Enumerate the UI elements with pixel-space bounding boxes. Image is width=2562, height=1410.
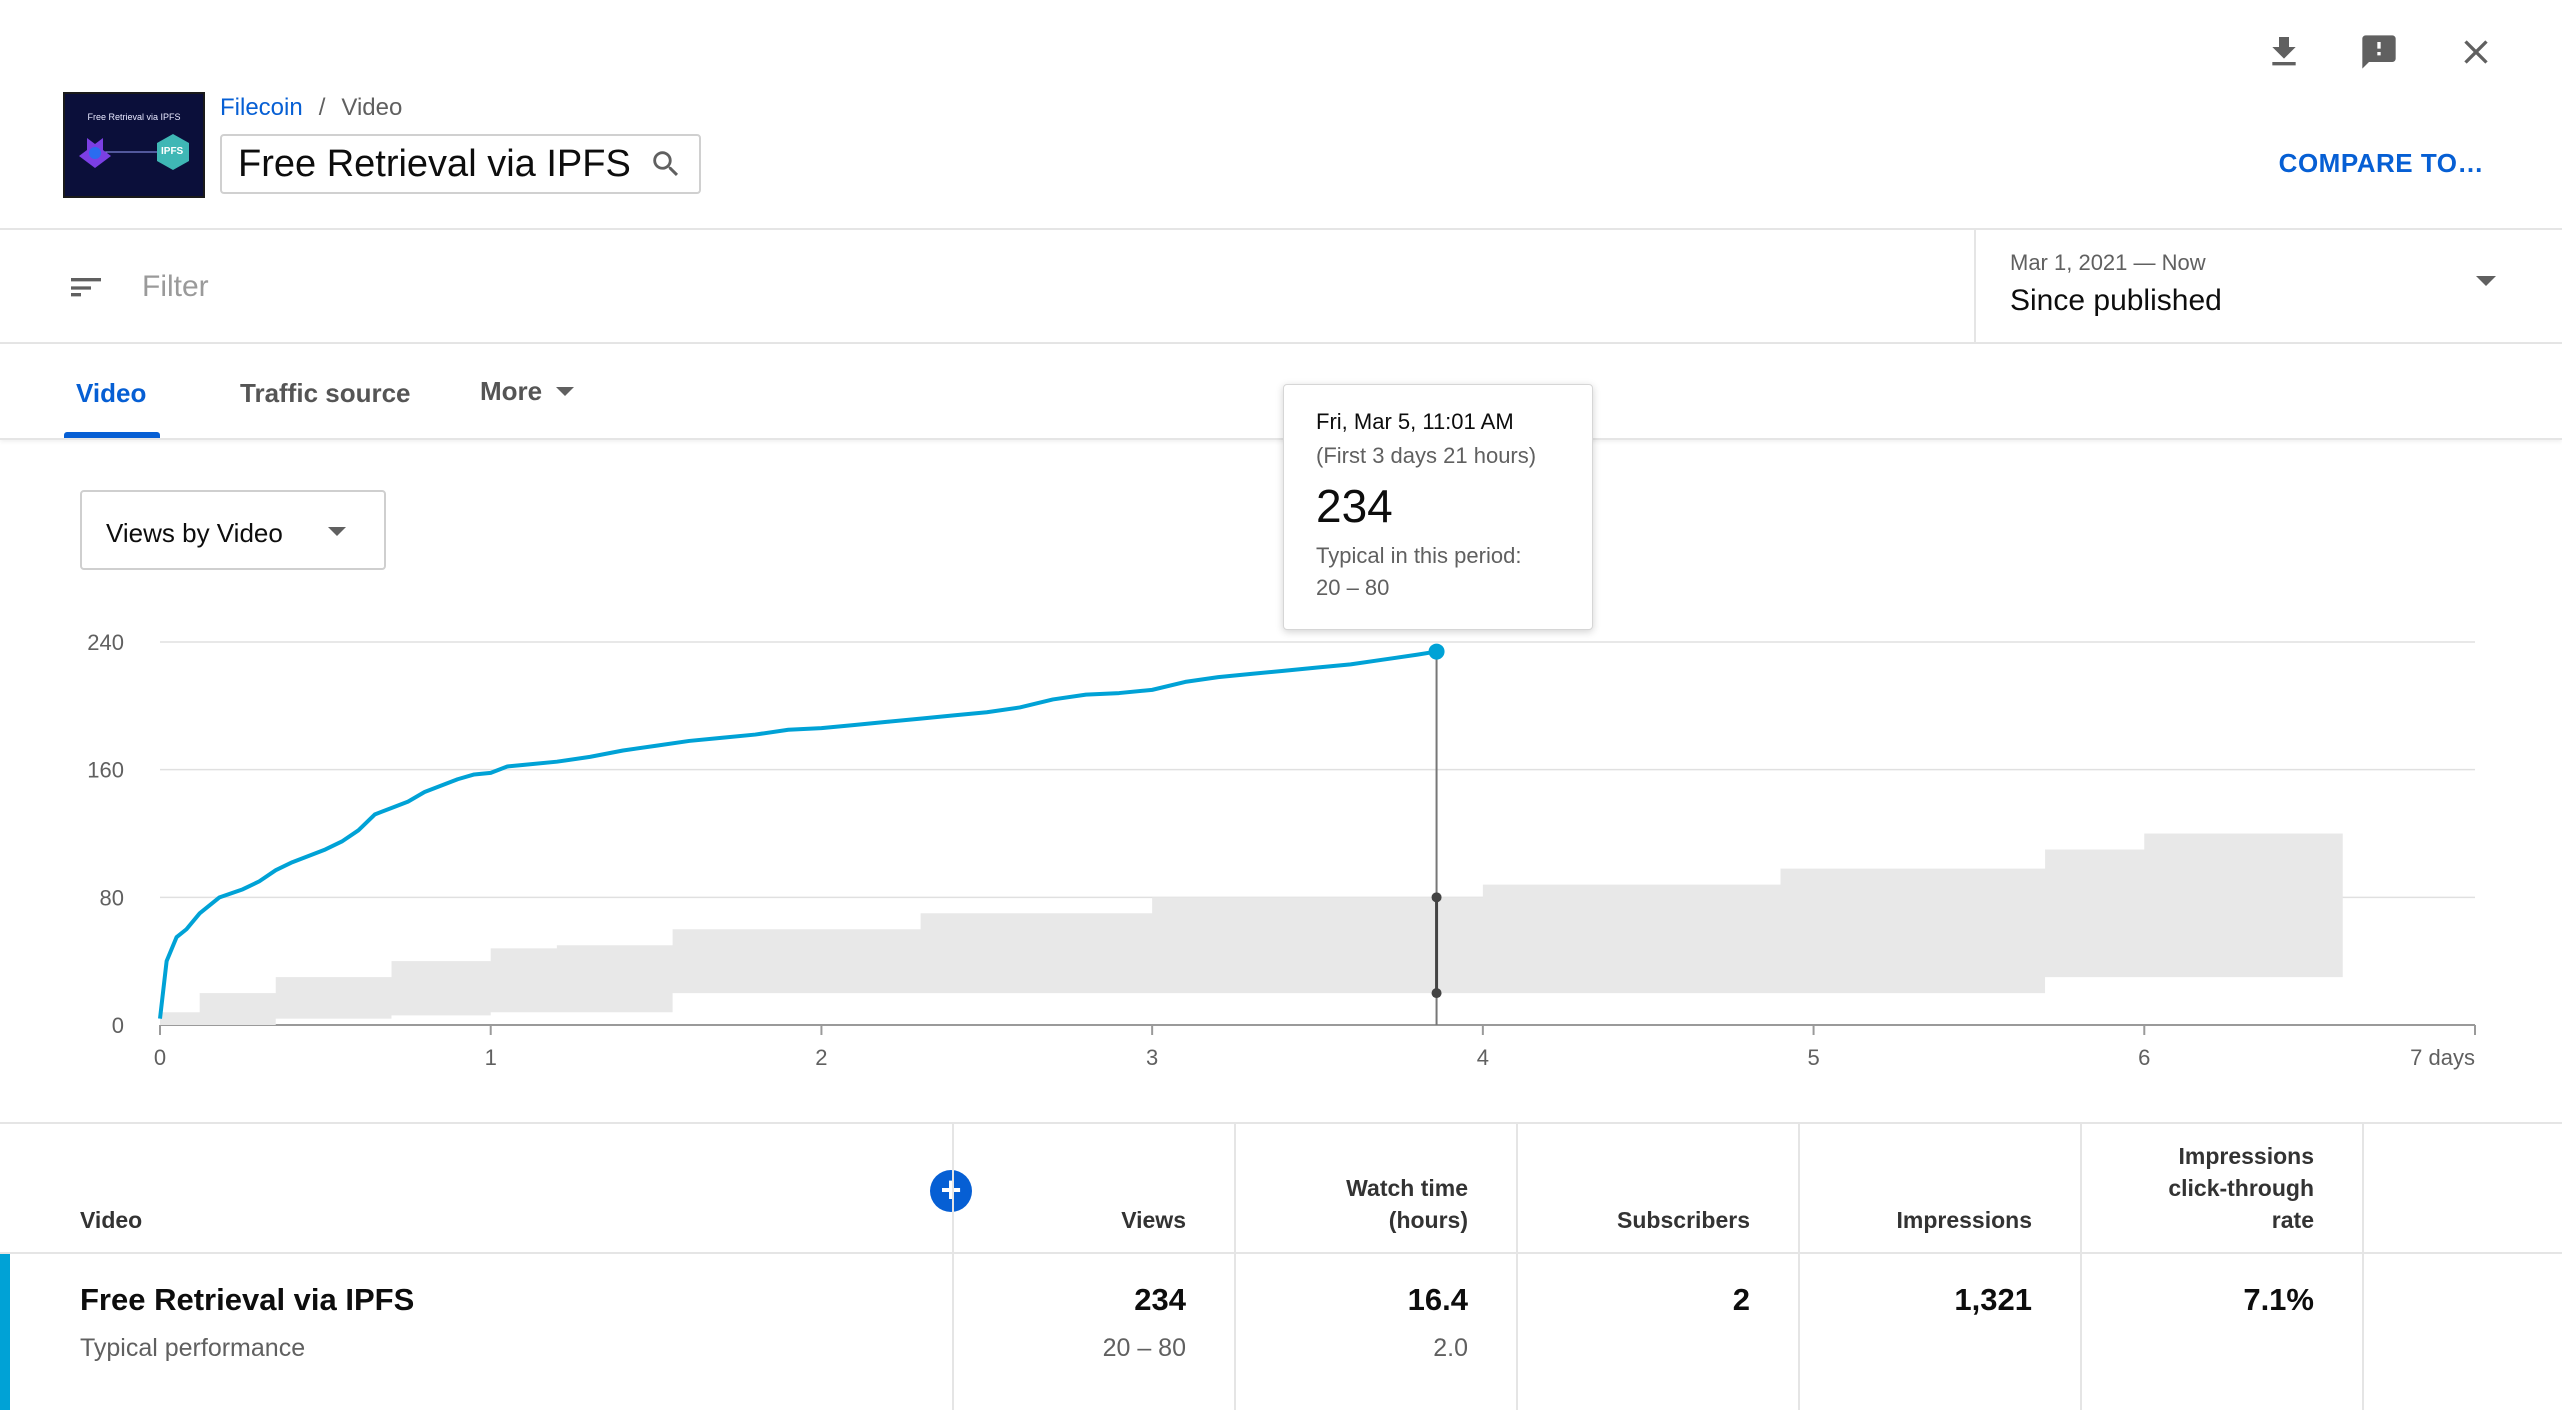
filter-bar: Mar 1, 2021 — Now Since published xyxy=(0,230,2562,344)
y-tick-label: 160 xyxy=(87,758,124,783)
tab-traffic-source[interactable]: Traffic source xyxy=(240,378,411,409)
close-icon[interactable] xyxy=(2452,28,2500,76)
cell-subscribers: 2 xyxy=(1732,1282,1750,1317)
tooltip-typical-range: 20 – 80 xyxy=(1316,575,1390,600)
breadcrumb-separator: / xyxy=(318,94,326,121)
x-tick-label: 6 xyxy=(2138,1045,2150,1070)
filter-icon[interactable] xyxy=(66,268,106,308)
hover-point xyxy=(1428,643,1445,660)
breadcrumb: Filecoin / Video xyxy=(220,94,402,122)
tooltip-period: (First 3 days 21 hours) xyxy=(1316,443,1537,468)
metric-dropdown-label: Views by Video xyxy=(106,518,283,548)
column-header-impressions[interactable]: Impressions xyxy=(1800,1124,2080,1252)
x-tick-label: 0 xyxy=(154,1045,166,1070)
video-thumbnail: Free Retrieval via IPFS IPFS xyxy=(63,92,205,198)
tooltip-typical-label: Typical in this period: xyxy=(1316,543,1522,568)
feedback-icon[interactable] xyxy=(2355,28,2403,76)
x-tick-label: 7 days xyxy=(2410,1045,2475,1070)
tab-video[interactable]: Video xyxy=(76,378,146,409)
metrics-table: Video + Views Watch time (hours) Subscri… xyxy=(0,1122,2562,1410)
x-tick-label: 2 xyxy=(815,1045,827,1070)
row-series-color xyxy=(0,1254,10,1410)
column-header-watch-time[interactable]: Watch time (hours) xyxy=(1236,1124,1516,1252)
chevron-down-icon xyxy=(328,527,346,536)
column-divider xyxy=(2362,1124,2364,1410)
thumbnail-badge: IPFS xyxy=(161,146,184,157)
search-icon xyxy=(653,151,678,177)
tab-bar: Video Traffic source More xyxy=(0,344,2562,440)
x-tick-label: 3 xyxy=(1146,1045,1158,1070)
x-tick-label: 4 xyxy=(1477,1045,1489,1070)
chart-tooltip: Fri, Mar 5, 11:01 AM (First 3 days 21 ho… xyxy=(1283,384,1593,630)
tab-more-label: More xyxy=(480,376,543,406)
y-tick-label: 240 xyxy=(87,630,124,655)
tab-more[interactable]: More xyxy=(480,376,575,407)
column-header-ctr[interactable]: Impressions click-through rate xyxy=(2082,1124,2362,1252)
chevron-down-icon xyxy=(2476,276,2496,286)
typical-range-band xyxy=(160,833,2343,1025)
chart-canvas: 0 80 160 240 0 1 2 3 4 5 6 7 days xyxy=(87,630,2476,1070)
chevron-down-icon xyxy=(556,387,575,396)
date-range-picker[interactable]: Mar 1, 2021 — Now Since published xyxy=(1974,230,2562,342)
cell-ctr: 7.1% xyxy=(2243,1282,2314,1317)
cell-watch-time-typical: 2.0 xyxy=(1433,1334,1468,1362)
analytics-header: Free Retrieval via IPFS IPFS Filecoin / … xyxy=(0,0,2562,230)
breadcrumb-channel-link[interactable]: Filecoin xyxy=(220,94,303,122)
views-chart: 0 80 160 240 0 1 2 3 4 5 6 7 days xyxy=(0,600,2562,1090)
row-video-title[interactable]: Free Retrieval via IPFS xyxy=(80,1282,414,1318)
cell-views: 234 xyxy=(1134,1282,1186,1317)
table-header-divider xyxy=(0,1252,2562,1254)
column-header-views[interactable]: Views xyxy=(954,1124,1234,1252)
date-range-text: Mar 1, 2021 — Now xyxy=(2010,250,2206,275)
download-icon[interactable] xyxy=(2260,28,2308,76)
video-title: Free Retrieval via IPFS xyxy=(238,142,631,185)
filter-input[interactable] xyxy=(142,260,1942,314)
row-typical-label: Typical performance xyxy=(80,1334,306,1362)
cell-watch-time: 16.4 xyxy=(1407,1282,1468,1317)
y-tick-label: 0 xyxy=(112,1013,124,1038)
x-tick-label: 5 xyxy=(1807,1045,1819,1070)
date-preset-text: Since published xyxy=(2010,284,2222,317)
x-tick-label: 1 xyxy=(485,1045,497,1070)
hover-typical-low-point xyxy=(1431,988,1442,999)
column-header-subscribers[interactable]: Subscribers xyxy=(1518,1124,1798,1252)
tooltip-value: 234 xyxy=(1316,480,1393,532)
hover-typical-high-point xyxy=(1431,892,1442,903)
tooltip-date: Fri, Mar 5, 11:01 AM xyxy=(1316,409,1514,434)
metric-dropdown[interactable]: Views by Video xyxy=(80,490,386,570)
active-tab-indicator xyxy=(64,432,160,438)
cell-views-typical: 20 – 80 xyxy=(1102,1334,1186,1362)
cell-impressions: 1,321 xyxy=(1954,1282,2032,1317)
compare-to-button[interactable]: COMPARE TO… xyxy=(2279,148,2484,179)
column-header-video[interactable]: Video xyxy=(80,1124,142,1252)
breadcrumb-section: Video xyxy=(341,94,403,121)
y-tick-label: 80 xyxy=(100,885,124,910)
video-selector[interactable]: Free Retrieval via IPFS xyxy=(220,134,701,194)
